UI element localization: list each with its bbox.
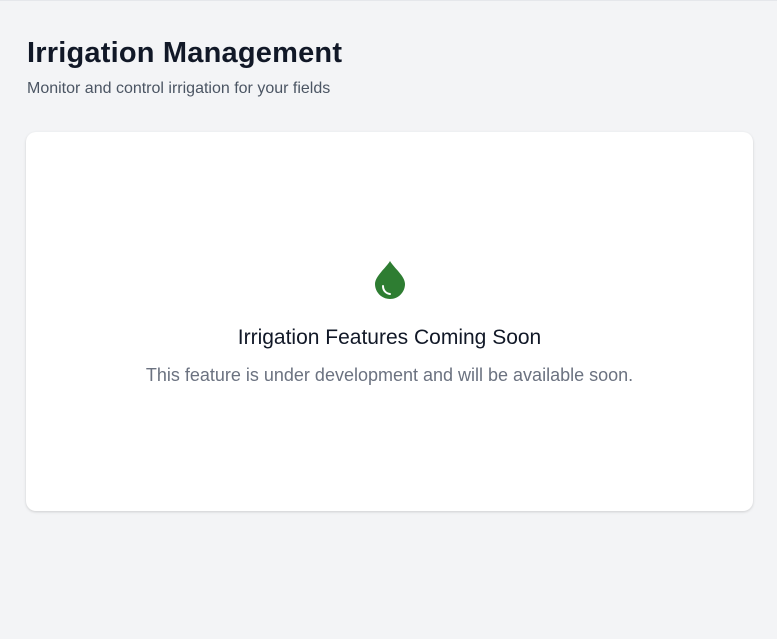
- coming-soon-card: Irrigation Features Coming Soon This fea…: [26, 132, 753, 511]
- empty-state-title: Irrigation Features Coming Soon: [237, 326, 542, 349]
- page-subtitle: Monitor and control irrigation for your …: [27, 80, 331, 97]
- water-drop-icon: [374, 260, 406, 300]
- empty-state-message: This feature is under development and wi…: [145, 365, 634, 385]
- page-title: Irrigation Management: [27, 37, 343, 69]
- irrigation-page: Irrigation Management Monitor and contro…: [0, 0, 777, 639]
- page-header: Irrigation Management Monitor and contro…: [27, 35, 342, 99]
- empty-state: Irrigation Features Coming Soon This fea…: [26, 260, 753, 387]
